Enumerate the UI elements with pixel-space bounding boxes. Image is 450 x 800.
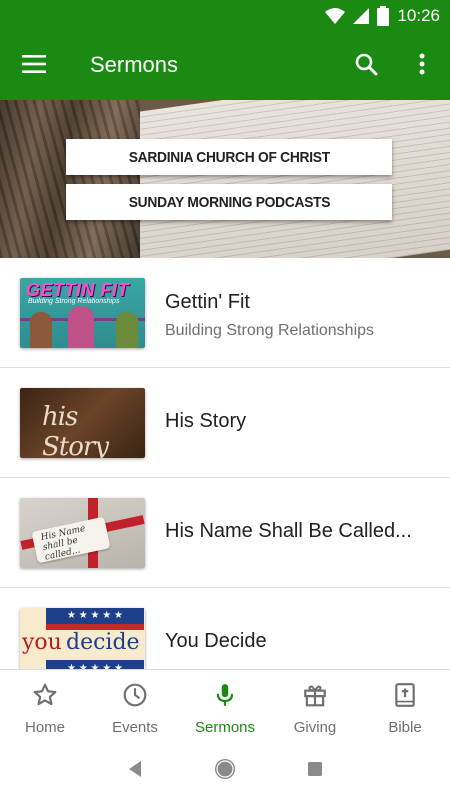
app-bar: Sermons [0,32,450,100]
sermon-text: His Story [165,410,434,433]
nav-sermons[interactable]: Sermons [180,670,270,744]
cellular-signal-icon [353,8,370,24]
menu-button[interactable] [14,52,54,80]
star-icon [32,682,58,713]
nav-label: Giving [293,719,337,736]
bottom-navigation: Home Events Sermons Giving Bible [0,669,450,743]
sermon-title: Gettin' Fit [165,291,250,313]
search-button[interactable] [348,48,384,84]
system-back-button[interactable] [120,757,150,787]
thumb-person [116,312,138,348]
nav-label: Home [24,719,65,736]
home-circle-icon [213,757,237,786]
wifi-icon [325,8,346,24]
gift-icon [302,682,328,713]
banner-church-name: SARDINIA CHURCH OF CHRIST [128,148,330,166]
sermon-title: His Story [165,410,247,432]
sermon-text: His Name Shall Be Called... [165,520,434,543]
thumb-title-text-you: you [22,630,62,655]
sermon-item-you-decide[interactable]: ★ ★ ★ ★ ★ you decide ★ ★ ★ ★ ★ You Decid… [0,588,450,669]
sermon-title: His Name Shall Be Called... [165,520,412,542]
sermon-title: You Decide [165,630,267,652]
sermon-item-gettin-fit[interactable]: GETTIN FIT Building Strong Relationships… [0,258,450,368]
more-vertical-icon [419,53,425,80]
app-root: 10:26 Sermons SARDINIA CHURCH OF CHRIST [0,0,450,800]
sermon-thumbnail: his Story [20,388,145,458]
nav-bible[interactable]: Bible [360,670,450,744]
nav-label: Sermons [194,719,256,736]
clock-icon [122,682,148,713]
recents-square-icon [307,761,323,782]
system-home-button[interactable] [210,757,240,787]
microphone-icon [212,682,238,713]
bible-icon [392,682,418,713]
status-bar: 10:26 [0,0,450,32]
overflow-menu-button[interactable] [406,48,438,84]
thumb-title-text: his Story [42,402,109,458]
banner-label-podcasts: SUNDAY MORNING PODCASTS [66,184,392,220]
sermon-item-his-story[interactable]: his Story His Story [0,368,450,478]
sermon-list: GETTIN FIT Building Strong Relationships… [0,258,450,669]
back-triangle-icon [126,760,144,783]
banner-subtitle: SUNDAY MORNING PODCASTS [128,193,330,211]
thumb-title-text-decide: decide [66,630,140,655]
banner-label-church: SARDINIA CHURCH OF CHRIST [66,139,392,175]
nav-giving[interactable]: Giving [270,670,360,744]
thumb-stars: ★ ★ ★ ★ ★ [46,608,144,624]
thumb-title-text: His Name shall be called... [39,523,87,563]
sermon-text: Gettin' Fit Building Strong Relationship… [165,291,434,340]
thumb-gift-tag: His Name shall be called... [31,516,111,564]
thumb-person [30,312,52,348]
system-recents-button[interactable] [300,757,330,787]
nav-home[interactable]: Home [0,670,90,744]
system-navigation-bar [0,743,450,800]
hamburger-menu-icon [22,54,46,78]
sermon-thumbnail: ★ ★ ★ ★ ★ you decide ★ ★ ★ ★ ★ [20,608,145,669]
page-title: Sermons [90,52,179,77]
sermon-item-his-name[interactable]: His Name shall be called... His Name Sha… [0,478,450,588]
church-banner: SARDINIA CHURCH OF CHRIST SUNDAY MORNING… [0,100,450,258]
battery-icon [377,6,390,26]
search-icon [354,52,378,81]
nav-events[interactable]: Events [90,670,180,744]
bible-page-image [109,100,450,258]
thumb-stars: ★ ★ ★ ★ ★ [46,660,144,669]
status-time: 10:26 [397,6,440,25]
sermon-thumbnail: His Name shall be called... [20,498,145,568]
sermon-text: You Decide [165,630,434,653]
sermon-thumbnail: GETTIN FIT Building Strong Relationships [20,278,145,348]
thumb-subtitle-text: Building Strong Relationships [28,298,120,305]
nav-label: Events [112,719,158,736]
thumb-person [68,306,94,348]
nav-label: Bible [388,719,422,736]
tree-bark-image [0,100,140,258]
sermon-subtitle: Building Strong Relationships [165,322,375,339]
